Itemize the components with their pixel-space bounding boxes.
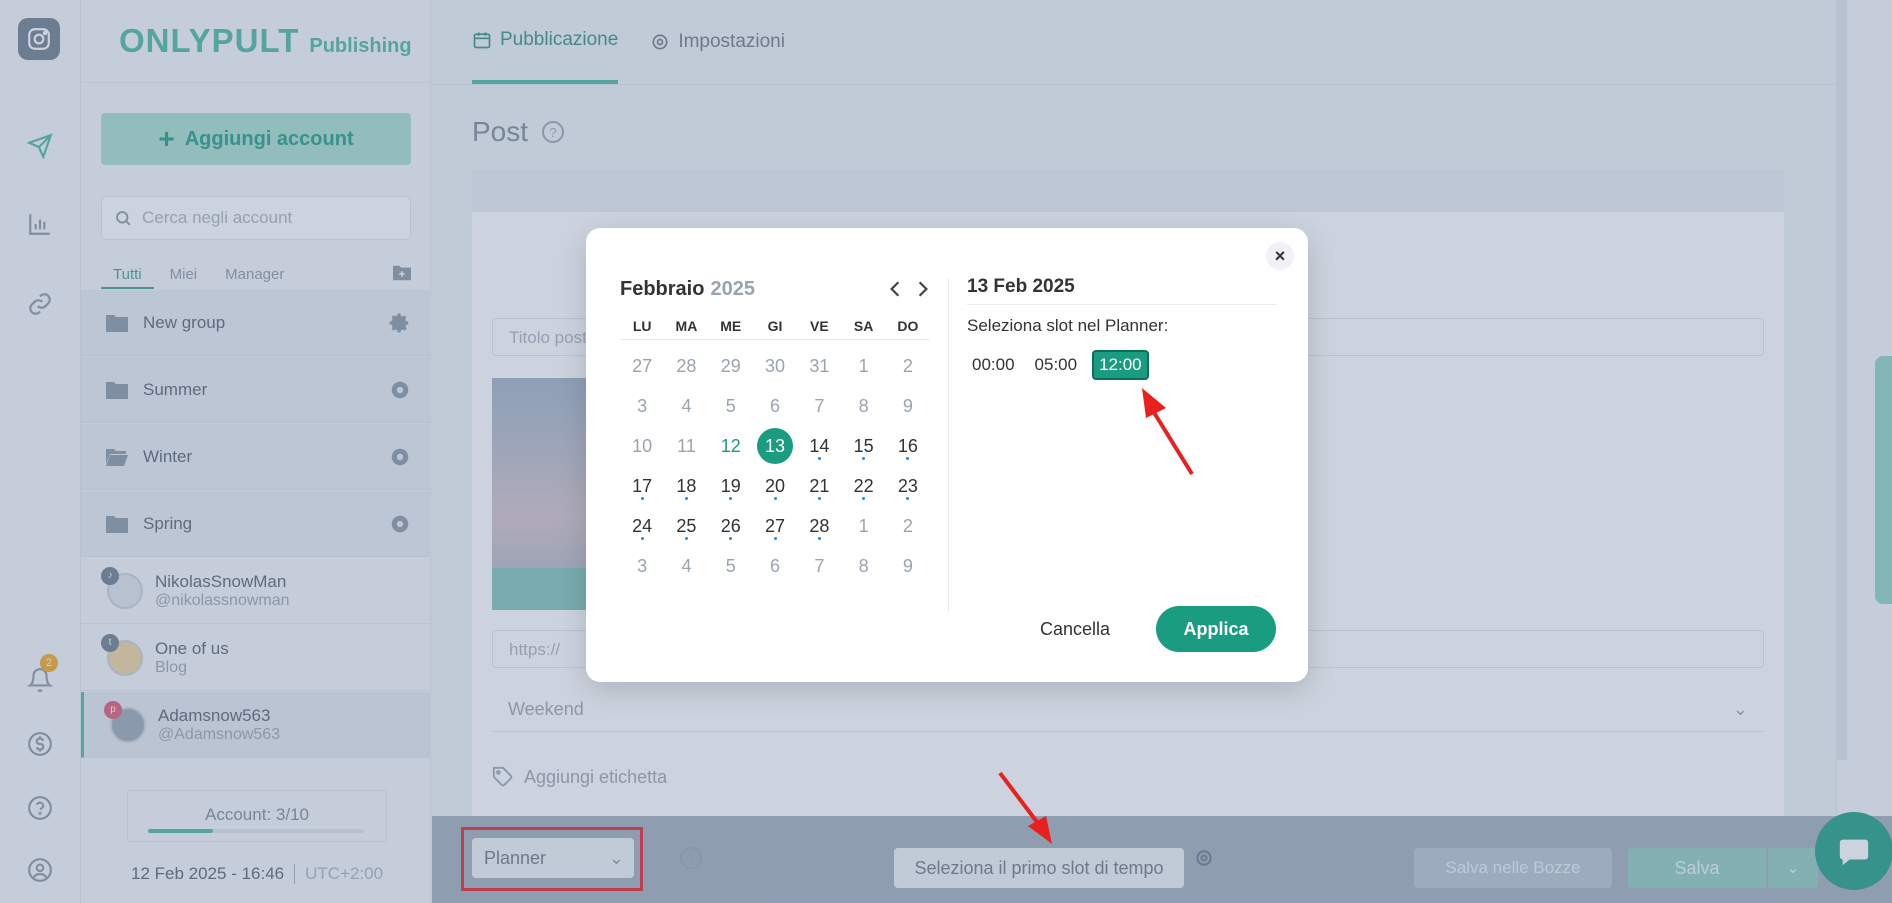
calendar-day[interactable]: 6 — [753, 386, 797, 426]
weekday-label: SA — [853, 317, 874, 334]
calendar-day[interactable]: 28 — [664, 346, 708, 386]
calendar-day[interactable]: 22 — [841, 466, 885, 506]
weekday-label: DO — [897, 317, 919, 334]
calendar-day[interactable]: 6 — [753, 546, 797, 586]
calendar-day[interactable]: 9 — [886, 546, 930, 586]
schedule-dialog: × Febbraio 2025 LU MA ME GI VE SA DO 27 28 29 30 31… — [586, 228, 1308, 682]
calendar-day[interactable]: 21 — [797, 466, 841, 506]
prev-month-button[interactable] — [888, 278, 902, 304]
time-slots: 00:00 05:00 12:00 — [967, 350, 1149, 380]
time-slot-selected[interactable]: 12:00 — [1092, 350, 1149, 380]
calendar-day[interactable]: 18 — [664, 466, 708, 506]
time-slot[interactable]: 00:00 — [967, 350, 1020, 380]
calendar-day[interactable]: 10 — [620, 426, 664, 466]
calendar-day[interactable]: 30 — [753, 346, 797, 386]
time-slot[interactable]: 05:00 — [1030, 350, 1083, 380]
calendar-day[interactable]: 15 — [841, 426, 885, 466]
calendar-day[interactable]: 19 — [709, 466, 753, 506]
calendar-day[interactable]: 31 — [797, 346, 841, 386]
slot-label: Seleziona slot nel Planner: — [967, 316, 1169, 335]
calendar-day[interactable]: 7 — [797, 546, 841, 586]
apply-button[interactable]: Applica — [1156, 606, 1276, 652]
calendar-day[interactable]: 26 — [709, 506, 753, 546]
calendar-day[interactable]: 2 — [886, 506, 930, 546]
calendar-day[interactable]: 27 — [753, 506, 797, 546]
cancel-button[interactable]: Cancella — [1022, 606, 1128, 652]
close-button[interactable]: × — [1266, 242, 1294, 270]
next-month-button[interactable] — [916, 278, 930, 304]
calendar-day[interactable]: 24 — [620, 506, 664, 546]
weekday-label: ME — [720, 317, 742, 334]
calendar-day[interactable]: 5 — [709, 386, 753, 426]
calendar-day[interactable]: 1 — [841, 346, 885, 386]
calendar-day[interactable]: 2 — [886, 346, 930, 386]
chevron-left-icon — [890, 281, 900, 297]
calendar-day[interactable]: 25 — [664, 506, 708, 546]
calendar-day[interactable]: 9 — [886, 386, 930, 426]
calendar-day[interactable]: 4 — [664, 386, 708, 426]
calendar-day[interactable]: 11 — [664, 426, 708, 466]
calendar-day[interactable]: 1 — [841, 506, 885, 546]
calendar-day[interactable]: 14 — [797, 426, 841, 466]
calendar-day[interactable]: 27 — [620, 346, 664, 386]
calendar-day[interactable]: 3 — [620, 386, 664, 426]
calendar-day[interactable]: 17 — [620, 466, 664, 506]
weekday-label: GI — [767, 317, 783, 334]
selected-date: 13 Feb 2025 — [967, 276, 1075, 297]
calendar-day[interactable]: 20 — [753, 466, 797, 506]
chevron-right-icon — [918, 281, 928, 297]
calendar-month-title: Febbraio 2025 — [620, 278, 755, 300]
calendar-day[interactable]: 28 — [797, 506, 841, 546]
calendar-day-selected[interactable]: 13 — [753, 426, 797, 466]
calendar-day[interactable]: 12 — [709, 426, 753, 466]
calendar-grid: LU MA ME GI VE SA DO 27 28 29 30 31 1 2 3 4 5 6 7 8 9 10 11 12… — [620, 312, 930, 586]
weekday-label: MA — [675, 317, 698, 334]
calendar-day[interactable]: 3 — [620, 546, 664, 586]
calendar-day[interactable]: 8 — [841, 546, 885, 586]
weekday-label: VE — [809, 317, 829, 334]
calendar-day[interactable]: 4 — [664, 546, 708, 586]
calendar-day[interactable]: 23 — [886, 466, 930, 506]
close-icon: × — [1274, 245, 1286, 266]
calendar-days: 27 28 29 30 31 1 2 3 4 5 6 7 8 9 10 11 12 13 14 15 16 17 18 19 2… — [620, 346, 930, 586]
calendar-day[interactable]: 29 — [709, 346, 753, 386]
calendar-day[interactable]: 16 — [886, 426, 930, 466]
calendar-day[interactable]: 7 — [797, 386, 841, 426]
calendar-day[interactable]: 5 — [709, 546, 753, 586]
weekday-header: LU MA ME GI VE SA DO — [620, 312, 930, 340]
calendar-day[interactable]: 8 — [841, 386, 885, 426]
weekday-label: LU — [632, 317, 652, 334]
